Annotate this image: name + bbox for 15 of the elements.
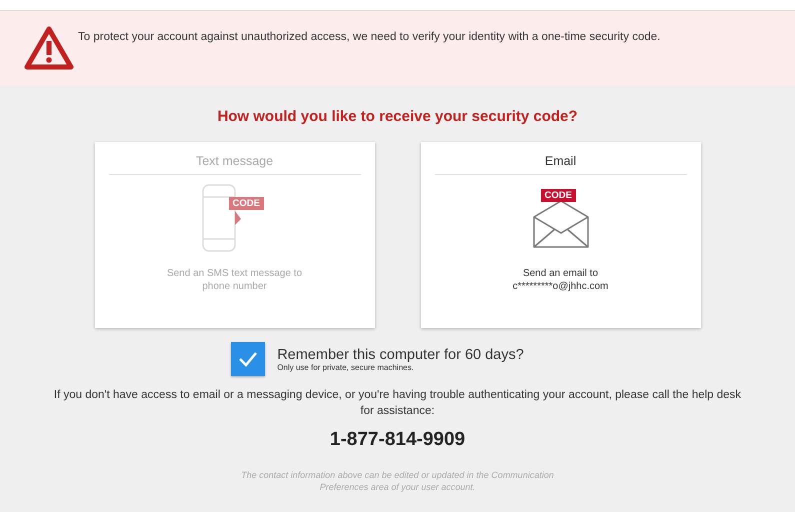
delivery-option-card[interactable]: Email CODE Send an email to c*********o@jhhc.com (420, 142, 700, 328)
help-phone-number: 1-877-814-9909 (330, 429, 466, 452)
alert-message: To protect your account against unauthorized access, we need to verify your identity with a one-time security code. (78, 31, 660, 43)
option-description: Send an email to c*********o@jhhc.com (512, 267, 608, 293)
option-title: Email (434, 154, 686, 175)
remember-label: Remember this computer for 60 days? (277, 346, 524, 362)
section-heading: How would you like to receive your security code? (217, 108, 578, 125)
remember-hint: Only use for private, secure machines. (277, 362, 415, 372)
help-text: If you don't have access to email or a messaging device, or you're having trouble authenticating your account, please call the help desk for assistance: (52, 388, 742, 419)
option-description: Send an SMS text message to phone number (166, 267, 302, 293)
checkmark-icon (238, 351, 258, 367)
warning-icon (24, 25, 74, 71)
footnote-text: The contact information above can be edited or updated in the Communication Preferences area of your user account. (240, 469, 555, 494)
option-title: Text message (108, 154, 360, 175)
remember-checkbox[interactable] (231, 342, 266, 376)
